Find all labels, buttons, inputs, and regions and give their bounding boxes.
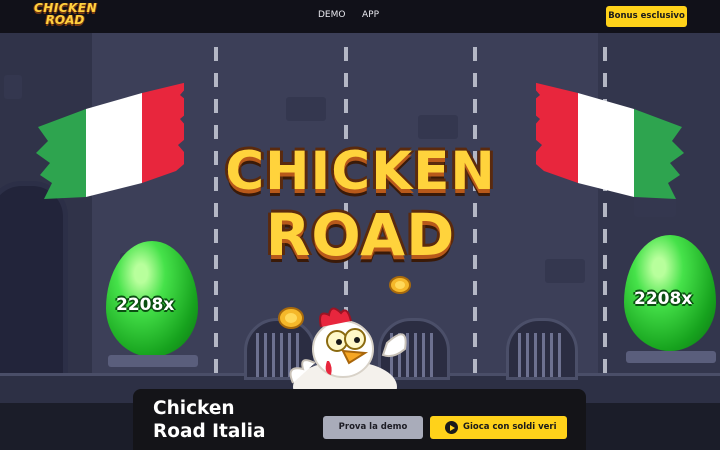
chicken-road-title-logo: CHICKEN ROAD (203, 141, 518, 291)
wall-brick (545, 259, 585, 283)
egg-pedestal (626, 351, 716, 363)
hero-title-line-1: Chicken (153, 398, 235, 419)
top-navigation-bar: CHICKEN ROAD DEMO APP Bonus esclusivo (0, 0, 720, 33)
egg-pedestal (108, 355, 198, 367)
sewer-grate (506, 318, 578, 380)
play-icon (445, 421, 458, 434)
logo-line-2: ROAD (45, 13, 85, 27)
wall-brick (286, 97, 326, 121)
nav-link-demo[interactable]: DEMO (318, 10, 345, 20)
hero-title-line-2: Road Italia (153, 421, 266, 442)
left-egg-multiplier: 2208x (116, 295, 175, 315)
bonus-button[interactable]: Bonus esclusivo (606, 6, 687, 27)
hero-title: Chicken Road Italia (153, 397, 323, 443)
chicken-road-logo[interactable]: CHICKEN ROAD (34, 2, 97, 30)
gold-coin-icon (389, 276, 411, 294)
wall-brick (4, 75, 22, 99)
play-real-money-label: Gioca con soldi veri (463, 422, 557, 432)
right-egg-multiplier: 2208x (634, 289, 693, 309)
arched-doorway (0, 181, 68, 391)
wall-brick (418, 115, 458, 139)
try-demo-button[interactable]: Prova la demo (323, 416, 423, 439)
nav-link-app[interactable]: APP (362, 10, 379, 20)
game-banner-scene: CHICKEN ROAD 2208x 2208x (0, 33, 720, 450)
play-real-money-button[interactable]: Gioca con soldi veri (430, 416, 567, 439)
title-line-2: ROAD (265, 201, 456, 269)
italian-flag-right-icon (536, 82, 684, 199)
italian-flag-left-icon (36, 82, 184, 199)
title-line-1: CHICKEN (225, 141, 496, 202)
